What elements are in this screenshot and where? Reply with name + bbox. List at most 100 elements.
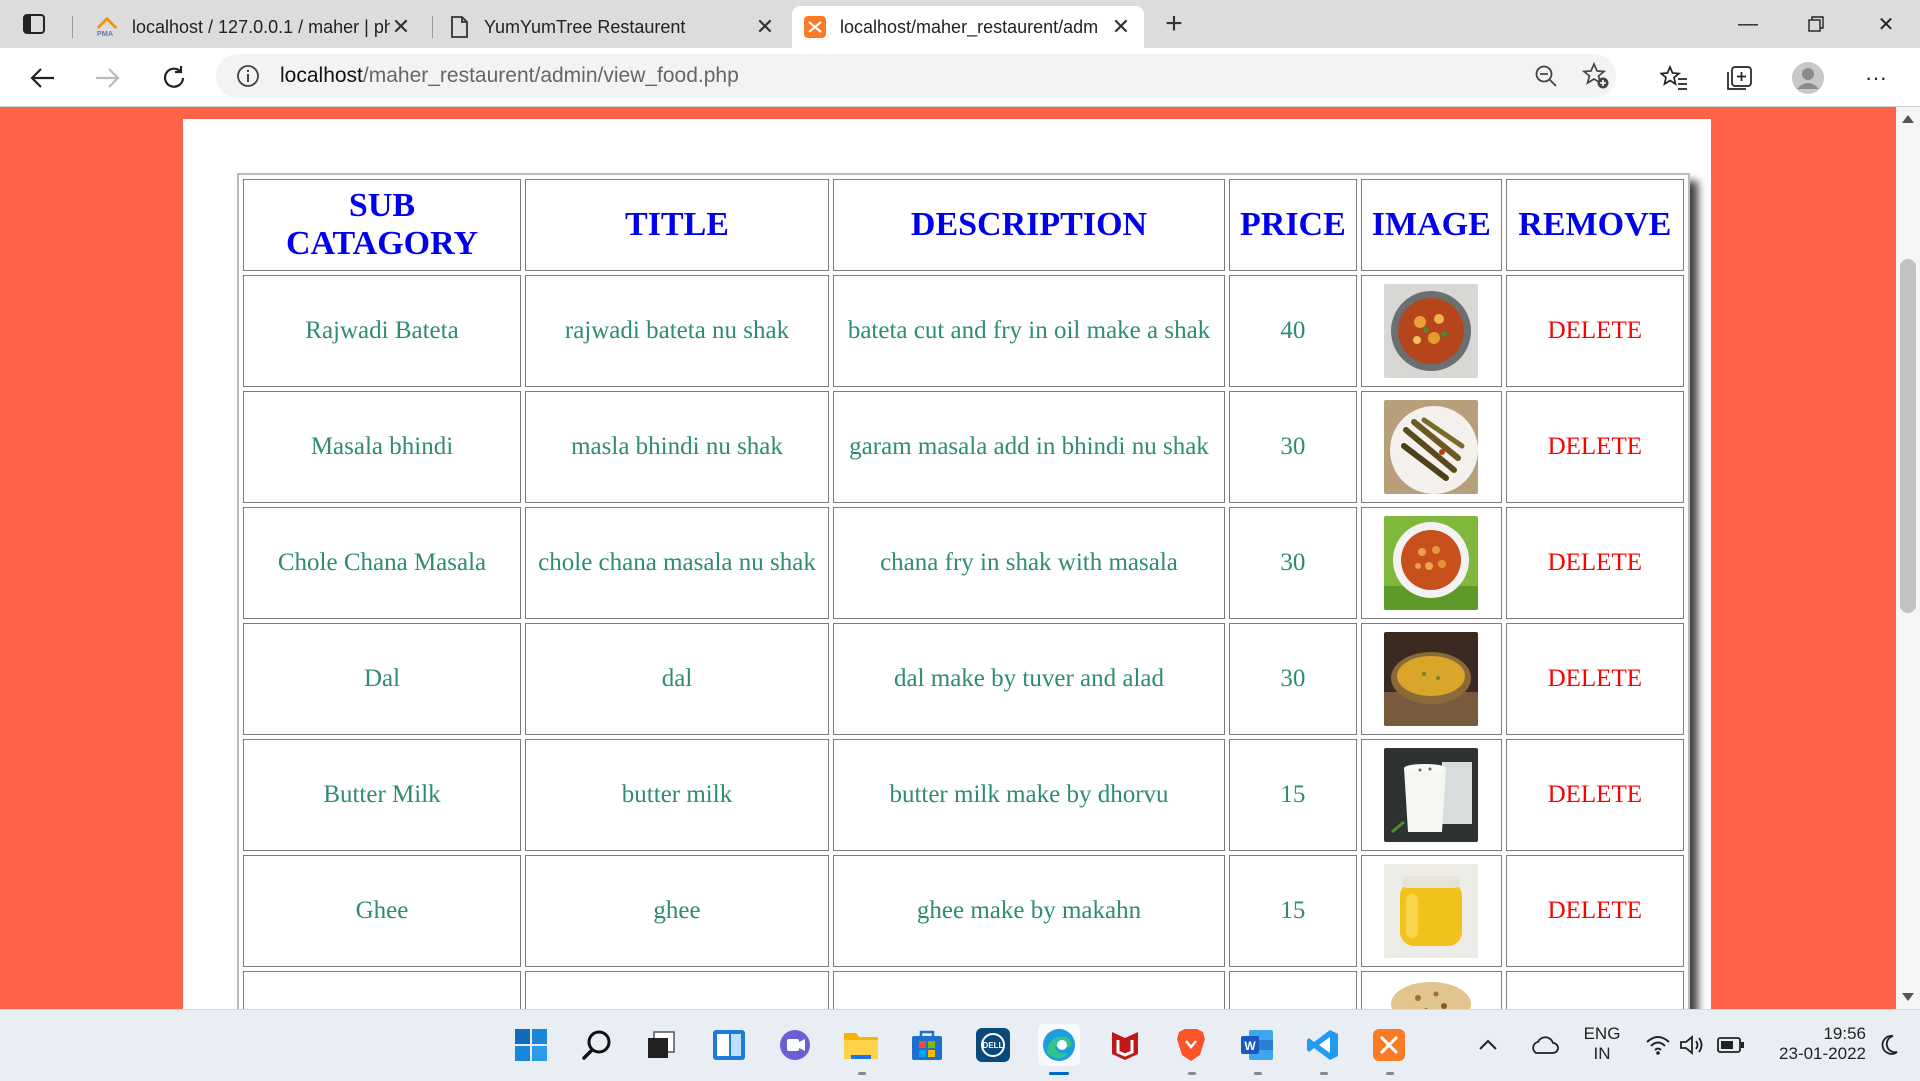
- scroll-up-icon[interactable]: [1902, 115, 1914, 123]
- collections-icon[interactable]: [1722, 60, 1758, 96]
- dell-icon[interactable]: DELL: [972, 1024, 1014, 1066]
- profile-avatar-icon[interactable]: [1790, 60, 1826, 96]
- new-tab-icon[interactable]: +: [1158, 7, 1190, 40]
- cell-remove: [1505, 971, 1684, 1009]
- content-panel: SUB CATAGORY TITLE DESCRIPTION PRICE IMA…: [183, 119, 1711, 1009]
- scroll-thumb[interactable]: [1900, 259, 1916, 613]
- page-icon: [448, 16, 470, 38]
- back-icon[interactable]: [24, 60, 60, 96]
- cell-price: 30: [1229, 391, 1357, 503]
- header-remove: REMOVE: [1505, 179, 1684, 271]
- word-icon[interactable]: W: [1236, 1024, 1278, 1066]
- teams-chat-icon[interactable]: [774, 1024, 816, 1066]
- header-price: PRICE: [1229, 179, 1357, 271]
- search-icon[interactable]: [576, 1024, 618, 1066]
- microsoft-store-icon[interactable]: [906, 1024, 948, 1066]
- page-viewport: SUB CATAGORY TITLE DESCRIPTION PRICE IMA…: [0, 107, 1896, 1009]
- close-icon[interactable]: ✕: [390, 14, 412, 39]
- restore-icon[interactable]: [1796, 8, 1836, 40]
- start-icon[interactable]: [510, 1024, 552, 1066]
- more-options-icon[interactable]: ···: [1858, 60, 1894, 96]
- delete-link[interactable]: DELETE: [1505, 855, 1684, 967]
- cell-sub-category: Masala bhindi: [243, 391, 521, 503]
- refresh-icon[interactable]: [156, 60, 192, 96]
- forward-icon[interactable]: [90, 60, 126, 96]
- notifications-moon-icon[interactable]: [1874, 1024, 1904, 1066]
- running-indicator: [858, 1072, 866, 1075]
- close-icon[interactable]: ✕: [1110, 14, 1132, 39]
- table-row-partial: [243, 971, 1684, 1009]
- vscode-icon[interactable]: [1302, 1024, 1344, 1066]
- cell-title: rajwadi bateta nu shak: [525, 275, 829, 387]
- cell-price: 40: [1229, 275, 1357, 387]
- xampp-taskbar-icon[interactable]: [1368, 1024, 1410, 1066]
- cell-image: [1360, 855, 1502, 967]
- cell-image: [1360, 391, 1502, 503]
- tab-yumyumtree[interactable]: YumYumTree Restaurent ✕: [436, 6, 788, 48]
- cell-title: chole chana masala nu shak: [525, 507, 829, 619]
- add-favorite-icon[interactable]: [1580, 60, 1612, 92]
- tab-actions-icon[interactable]: [14, 10, 54, 38]
- tab-phpmyadmin[interactable]: PMA localhost / 127.0.0.1 / maher | ph ✕: [84, 6, 424, 48]
- tab-title: YumYumTree Restaurent: [484, 16, 686, 37]
- minimize-icon[interactable]: —: [1728, 8, 1768, 40]
- favorites-icon[interactable]: [1656, 60, 1692, 96]
- header-image: IMAGE: [1360, 179, 1502, 271]
- cell-sub-category: Ghee: [243, 855, 521, 967]
- cell-description: chana fry in shak with masala: [833, 507, 1225, 619]
- volume-icon[interactable]: [1676, 1024, 1708, 1066]
- mcafee-icon[interactable]: [1104, 1024, 1146, 1066]
- cell-sub-category: Dal: [243, 623, 521, 735]
- cell-image: [1360, 623, 1502, 735]
- clock[interactable]: 19:56 23-01-2022: [1760, 1024, 1866, 1064]
- page-scrollbar[interactable]: [1896, 107, 1920, 1009]
- file-explorer-icon[interactable]: [840, 1024, 882, 1066]
- running-indicator: [1254, 1072, 1262, 1075]
- cell-sub-category: Butter Milk: [243, 739, 521, 851]
- tab-title: localhost/maher_restaurent/adm: [840, 16, 1099, 37]
- delete-link[interactable]: DELETE: [1505, 275, 1684, 387]
- close-window-icon[interactable]: ✕: [1866, 8, 1906, 40]
- delete-link[interactable]: DELETE: [1505, 739, 1684, 851]
- header-sub-category: SUB CATAGORY: [243, 179, 521, 271]
- onedrive-cloud-icon[interactable]: [1524, 1024, 1564, 1066]
- edge-browser-icon[interactable]: [1038, 1024, 1080, 1066]
- windows-taskbar: DELL W ENG IN 19:56 23-01-2022: [0, 1009, 1920, 1081]
- chevron-up-icon[interactable]: [1474, 1024, 1502, 1066]
- task-view-icon[interactable]: [640, 1024, 682, 1066]
- cell-description: garam masala add in bhindi nu shak: [833, 391, 1225, 503]
- svg-text:W: W: [1244, 1039, 1256, 1053]
- svg-text:DELL: DELL: [983, 1041, 1004, 1050]
- table-row: Chole Chana Masala chole chana masala nu…: [243, 507, 1684, 619]
- scroll-down-icon[interactable]: [1902, 993, 1914, 1001]
- address-bar[interactable]: localhost/maher_restaurent/admin/view_fo…: [216, 54, 1616, 98]
- cell-price: 15: [1229, 739, 1357, 851]
- delete-link[interactable]: DELETE: [1505, 391, 1684, 503]
- battery-icon[interactable]: [1714, 1024, 1748, 1066]
- cell-image: [1360, 739, 1502, 851]
- table-row: Rajwadi Bateta rajwadi bateta nu shak ba…: [243, 275, 1684, 387]
- table-header-row: SUB CATAGORY TITLE DESCRIPTION PRICE IMA…: [243, 179, 1684, 271]
- table-row: Dal dal dal make by tuver and alad 30 DE…: [243, 623, 1684, 735]
- delete-link[interactable]: DELETE: [1505, 507, 1684, 619]
- cell-title: ghee: [525, 855, 829, 967]
- brave-browser-icon[interactable]: [1170, 1024, 1212, 1066]
- cell-sub-category: Chole Chana Masala: [243, 507, 521, 619]
- tab-view-food[interactable]: localhost/maher_restaurent/adm ✕: [792, 6, 1144, 48]
- info-icon[interactable]: [234, 62, 262, 90]
- zoom-out-icon[interactable]: [1530, 60, 1562, 92]
- table-row: Masala bhindi masla bhindi nu shak garam…: [243, 391, 1684, 503]
- ghee-jar-image: [1384, 864, 1479, 958]
- widgets-icon[interactable]: [708, 1024, 750, 1066]
- url-host: localhost: [280, 64, 363, 87]
- wifi-icon[interactable]: [1642, 1024, 1674, 1066]
- url-text[interactable]: localhost/maher_restaurent/admin/view_fo…: [280, 64, 739, 88]
- header-title: TITLE: [525, 179, 829, 271]
- table-row: Ghee ghee ghee make by makahn 15 DELETE: [243, 855, 1684, 967]
- cell-description: butter milk make by dhorvu: [833, 739, 1225, 851]
- language-indicator[interactable]: ENG IN: [1580, 1024, 1624, 1064]
- delete-link[interactable]: DELETE: [1505, 623, 1684, 735]
- url-path: /maher_restaurent/admin/view_food.php: [362, 64, 739, 87]
- close-icon[interactable]: ✕: [754, 14, 776, 39]
- running-indicator: [1188, 1072, 1196, 1075]
